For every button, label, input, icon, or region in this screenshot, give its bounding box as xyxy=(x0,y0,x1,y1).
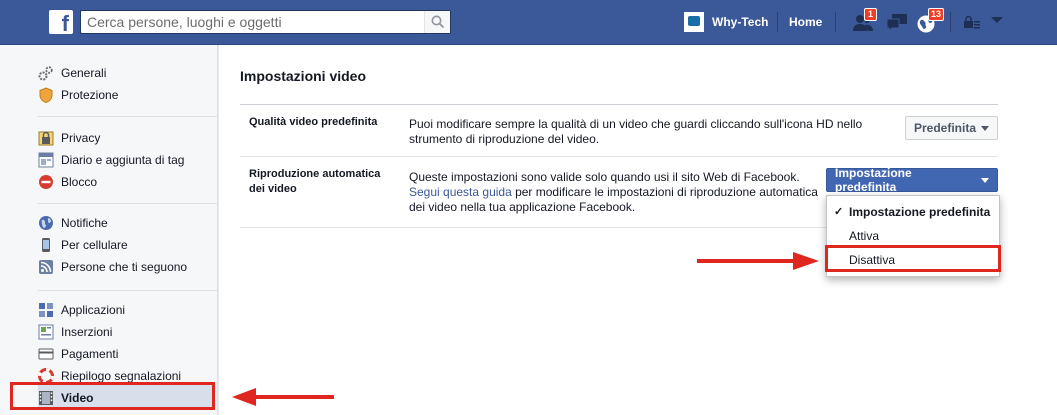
annotation-box-disattiva xyxy=(825,245,1001,272)
shield-icon xyxy=(38,87,54,104)
block-icon xyxy=(38,174,54,190)
menu-item-label: Impostazione predefinita xyxy=(849,205,991,219)
sidebar-item-diario[interactable]: Diario e aggiunta di tag xyxy=(38,149,218,171)
search-button[interactable] xyxy=(424,11,450,33)
sidebar-item-label: Applicazioni xyxy=(61,303,126,317)
sidebar-item-privacy[interactable]: Privacy xyxy=(38,127,218,149)
chevron-down-icon xyxy=(981,177,989,183)
globe-icon xyxy=(38,215,54,231)
sidebar-item-inserzioni[interactable]: Inserzioni xyxy=(38,321,218,343)
search-box xyxy=(80,10,451,34)
rss-icon xyxy=(38,259,54,275)
messages-icon xyxy=(886,14,907,32)
autoplay-dropdown-label: Impostazione predefinita xyxy=(835,166,912,194)
profile-name: Why-Tech xyxy=(712,15,769,29)
quality-dropdown-button[interactable]: Predefinita xyxy=(905,116,998,140)
sidebar-item-follower[interactable]: Persone che ti seguono xyxy=(38,256,218,278)
notifications-badge: 13 xyxy=(928,8,945,21)
setting-label-autoplay: Riproduzione automatica dei video xyxy=(249,168,381,195)
sidebar-item-label: Privacy xyxy=(61,131,101,145)
sidebar-item-applicazioni[interactable]: Applicazioni xyxy=(38,299,218,321)
apps-icon xyxy=(38,302,54,318)
privacy-shortcuts-jewel[interactable] xyxy=(960,10,986,36)
sidebar-item-generali[interactable]: Generali xyxy=(38,62,218,84)
sidebar-item-label: Inserzioni xyxy=(61,325,113,339)
top-bar: f Why-Tech Home 1 13 xyxy=(0,0,1057,45)
sidebar-item-label: Protezione xyxy=(61,88,119,102)
sidebar-item-label: Pagamenti xyxy=(61,347,119,361)
search-input[interactable] xyxy=(81,11,421,33)
search-icon xyxy=(431,15,445,29)
sidebar-item-cellulare[interactable]: Per cellulare xyxy=(38,234,218,256)
notifications-jewel[interactable]: 13 xyxy=(914,8,945,36)
setting-divider xyxy=(240,156,998,157)
gears-icon xyxy=(38,65,54,81)
setting-label-quality: Qualità video predefinita xyxy=(249,116,378,128)
nav-divider xyxy=(777,12,778,32)
setting-desc-quality: Puoi modificare sempre la qualità di un … xyxy=(409,117,863,146)
sidebar-divider xyxy=(38,203,218,204)
setting-divider xyxy=(240,227,826,228)
sidebar-item-label: Per cellulare xyxy=(61,238,128,252)
autoplay-dropdown-button[interactable]: Impostazione predefinita xyxy=(826,166,998,194)
chevron-down-icon xyxy=(991,17,1003,23)
avatar xyxy=(684,12,704,32)
autoplay-desc-line1: Queste impostazioni sono valide solo qua… xyxy=(409,170,800,184)
sidebar-item-label: Persone che ti seguono xyxy=(61,260,188,274)
sidebar-item-blocco[interactable]: Blocco xyxy=(38,171,218,193)
sidebar-item-notifiche[interactable]: Notifiche xyxy=(38,212,218,234)
sidebar-item-label: Notifiche xyxy=(61,216,108,230)
sidebar-item-label: Diario e aggiunta di tag xyxy=(61,153,185,167)
menu-item-default[interactable]: ✓ Impostazione predefinita xyxy=(827,200,999,224)
facebook-logo-icon[interactable]: f xyxy=(49,10,73,34)
sidebar-item-label: Generali xyxy=(61,66,107,80)
card-icon xyxy=(38,346,54,362)
menu-item-label: Attiva xyxy=(849,229,880,243)
setting-desc-autoplay: Queste impostazioni sono valide solo qua… xyxy=(409,170,829,215)
video-settings-panel: Impostazioni video Qualità video predefi… xyxy=(219,45,1057,415)
autoplay-guide-link[interactable]: Segui questa guida xyxy=(409,185,512,199)
checkmark-icon: ✓ xyxy=(834,206,844,218)
page-title: Impostazioni video xyxy=(240,68,367,84)
annotation-box-video xyxy=(10,382,215,410)
sidebar-item-label: Blocco xyxy=(61,175,98,189)
sidebar-divider xyxy=(38,290,218,291)
messages-jewel[interactable] xyxy=(884,10,910,36)
quality-dropdown-label: Predefinita xyxy=(914,121,977,135)
annotation-arrow-right xyxy=(697,252,819,270)
lock-icon xyxy=(38,130,54,146)
timeline-icon xyxy=(38,152,54,168)
privacy-shortcuts-icon xyxy=(964,15,980,29)
account-menu-jewel[interactable] xyxy=(988,10,1014,36)
header-divider xyxy=(240,104,998,105)
sidebar-item-protezione[interactable]: Protezione xyxy=(38,84,218,106)
friend-requests-jewel[interactable]: 1 xyxy=(850,8,877,36)
home-link[interactable]: Home xyxy=(789,15,822,29)
friend-requests-badge: 1 xyxy=(864,8,877,21)
mobile-icon xyxy=(38,237,54,253)
ads-icon xyxy=(38,324,54,340)
sidebar-divider xyxy=(38,116,218,117)
chevron-down-icon xyxy=(981,125,990,131)
sidebar-item-label: Riepilogo segnalazioni xyxy=(61,369,182,383)
sidebar-item-pagamenti[interactable]: Pagamenti xyxy=(38,343,218,365)
nav-divider xyxy=(835,12,836,32)
nav-divider xyxy=(950,12,951,32)
annotation-arrow-left xyxy=(232,388,334,406)
profile-link[interactable]: Why-Tech xyxy=(684,12,768,32)
